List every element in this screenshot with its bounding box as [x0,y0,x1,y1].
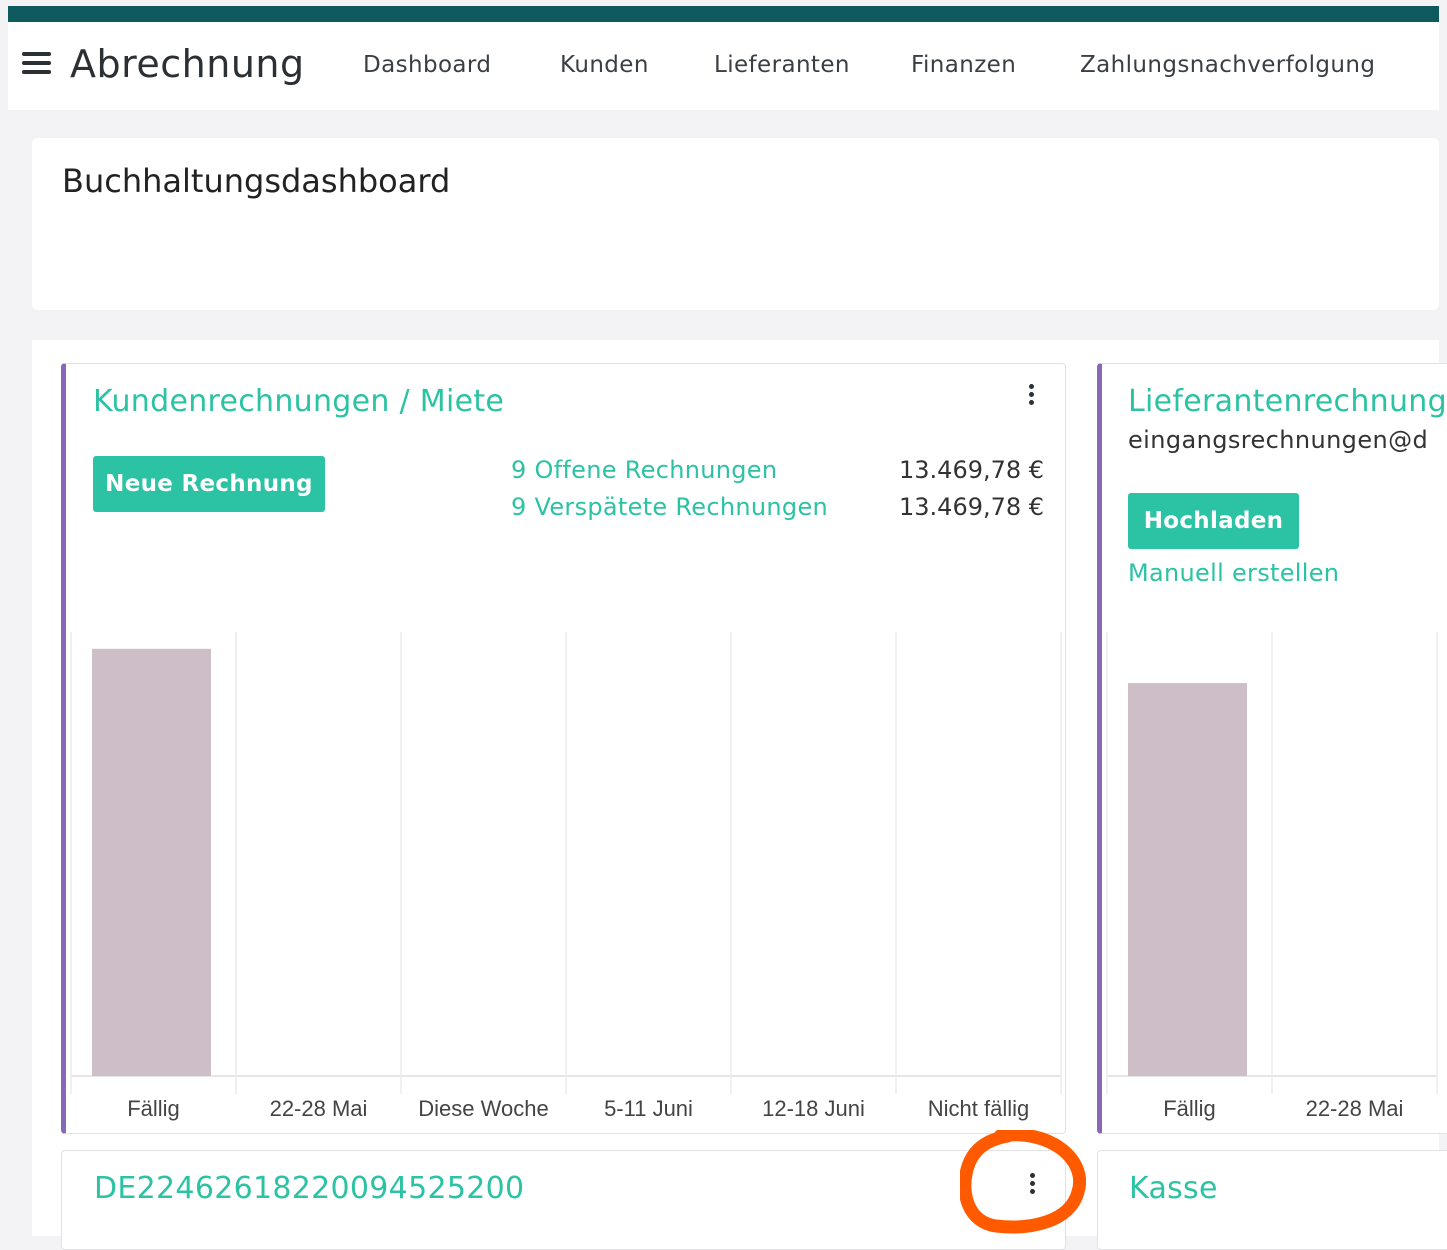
chart-category-label: 22-28 Mai [270,1096,368,1121]
bank-account-card: DE22462618220094525200 [61,1150,1066,1250]
nav-item-payment-tracking[interactable]: Zahlungsnachverfolgung [1080,52,1375,78]
kebab-menu-icon[interactable] [1030,1173,1036,1195]
chart-bar[interactable] [1128,683,1247,1076]
customer-invoices-card: Kundenrechnungen / Miete Neue Rechnung 9… [61,363,1066,1134]
chart-category-label: 12-18 Juni [762,1096,865,1121]
page-title: Buchhaltungsdashboard [62,162,451,200]
menu-icon[interactable] [22,52,51,76]
nav-item-finances[interactable]: Finanzen [911,52,1016,78]
top-navbar: Abrechnung Dashboard Kunden Lieferanten … [8,22,1439,110]
supplier-invoices-chart-svg: Fällig 22-28 Mai [1106,632,1438,1121]
page-header-card: Buchhaltungsdashboard [32,138,1439,310]
chart-category-label: 5-11 Juni [604,1096,693,1121]
chart-category-label: Diese Woche [418,1096,548,1121]
nav-item-suppliers[interactable]: Lieferanten [714,52,850,78]
customer-invoices-chart-svg: Fällig 22-28 Mai Diese Woche 5-11 Juni 12-18… [70,632,1062,1121]
supplier-invoices-card: Lieferantenrechnung eingangsrechnungen@d… [1097,363,1447,1134]
chart-category-label: 22-28 Mai [1306,1096,1404,1121]
chart-category-label: Fällig [127,1096,180,1121]
nav-item-dashboard[interactable]: Dashboard [363,52,491,78]
supplier-invoices-chart: Fällig 22-28 Mai [1102,364,1447,1133]
app-title[interactable]: Abrechnung [70,42,305,86]
customer-invoices-chart: Fällig 22-28 Mai Diese Woche 5-11 Juni 12-18… [66,364,1065,1133]
cash-title[interactable]: Kasse [1129,1171,1218,1206]
cash-card: Kasse [1097,1150,1447,1250]
bank-account-title[interactable]: DE22462618220094525200 [94,1171,524,1206]
chart-category-label: Nicht fällig [928,1096,1029,1121]
chart-bar[interactable] [92,648,211,1076]
nav-item-customers[interactable]: Kunden [560,52,649,78]
chart-category-label: Fällig [1163,1096,1216,1121]
top-accent-strip [8,6,1439,22]
